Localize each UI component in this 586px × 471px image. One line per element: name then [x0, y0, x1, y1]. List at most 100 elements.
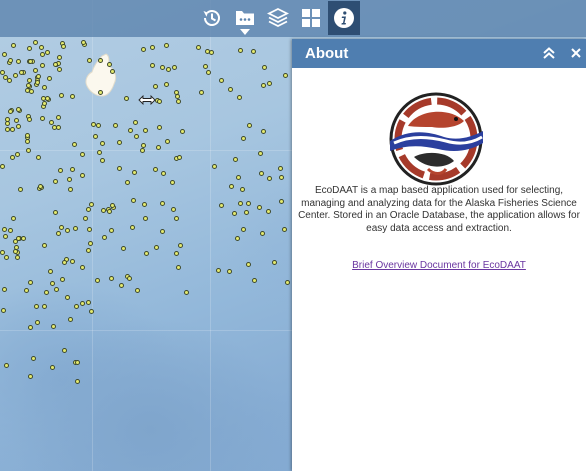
survey-point[interactable]: [176, 265, 181, 270]
survey-point[interactable]: [161, 171, 167, 176]
survey-point[interactable]: [238, 200, 244, 206]
survey-point[interactable]: [11, 215, 17, 221]
survey-point[interactable]: [80, 172, 86, 178]
survey-point[interactable]: [53, 179, 59, 185]
survey-point[interactable]: [52, 62, 58, 68]
survey-point[interactable]: [88, 201, 94, 207]
survey-point[interactable]: [86, 206, 92, 212]
survey-point[interactable]: [215, 268, 221, 274]
survey-point[interactable]: [48, 120, 54, 126]
survey-point[interactable]: [278, 174, 284, 180]
survey-point[interactable]: [34, 320, 40, 325]
survey-point[interactable]: [0, 249, 5, 255]
survey-point[interactable]: [133, 120, 138, 126]
survey-point[interactable]: [261, 129, 267, 135]
survey-point[interactable]: [140, 46, 146, 52]
survey-point[interactable]: [100, 208, 106, 213]
survey-point[interactable]: [86, 247, 92, 253]
survey-point[interactable]: [135, 287, 141, 293]
layer-list-button[interactable]: [229, 1, 261, 35]
survey-point[interactable]: [156, 124, 162, 130]
survey-point[interactable]: [164, 82, 170, 88]
survey-point[interactable]: [244, 209, 250, 215]
survey-point[interactable]: [235, 235, 240, 241]
survey-point[interactable]: [39, 44, 45, 50]
survey-point[interactable]: [15, 254, 20, 260]
survey-point[interactable]: [130, 225, 136, 231]
survey-point[interactable]: [86, 58, 92, 64]
survey-point[interactable]: [231, 210, 237, 216]
survey-point[interactable]: [62, 260, 67, 266]
survey-point[interactable]: [229, 183, 235, 189]
survey-point[interactable]: [50, 281, 55, 287]
survey-point[interactable]: [96, 150, 102, 156]
survey-point[interactable]: [17, 186, 23, 192]
survey-point[interactable]: [38, 183, 44, 189]
survey-point[interactable]: [70, 167, 76, 172]
survey-point[interactable]: [95, 122, 101, 128]
survey-point[interactable]: [121, 245, 127, 251]
survey-point[interactable]: [47, 76, 53, 81]
survey-point[interactable]: [252, 278, 257, 284]
survey-point[interactable]: [75, 359, 81, 365]
survey-point[interactable]: [236, 175, 242, 181]
survey-point[interactable]: [170, 179, 176, 185]
survey-point[interactable]: [15, 59, 21, 65]
survey-point[interactable]: [12, 249, 18, 255]
survey-point[interactable]: [250, 48, 256, 54]
survey-point[interactable]: [176, 99, 182, 105]
survey-point[interactable]: [7, 228, 13, 234]
survey-point[interactable]: [165, 139, 171, 145]
survey-point[interactable]: [55, 115, 61, 121]
survey-point[interactable]: [118, 282, 124, 288]
overview-document-link[interactable]: Brief Overview Document for EcoDAAT: [292, 260, 586, 271]
survey-point[interactable]: [67, 186, 73, 192]
survey-point[interactable]: [209, 50, 215, 56]
survey-point[interactable]: [27, 116, 33, 122]
survey-point[interactable]: [35, 155, 41, 161]
survey-point[interactable]: [42, 85, 48, 91]
survey-point[interactable]: [266, 80, 272, 86]
survey-point[interactable]: [149, 62, 155, 68]
survey-point[interactable]: [48, 269, 54, 275]
survey-point[interactable]: [57, 55, 63, 60]
survey-point[interactable]: [257, 151, 263, 156]
survey-point[interactable]: [58, 224, 64, 230]
survey-point[interactable]: [79, 300, 85, 306]
survey-point[interactable]: [128, 127, 133, 133]
survey-point[interactable]: [100, 140, 106, 146]
survey-point[interactable]: [142, 128, 148, 134]
survey-point[interactable]: [130, 197, 136, 203]
survey-point[interactable]: [43, 289, 49, 295]
survey-point[interactable]: [205, 69, 211, 75]
collapse-panel-icon[interactable]: [541, 45, 557, 61]
survey-point[interactable]: [5, 127, 11, 133]
survey-point[interactable]: [39, 116, 45, 122]
survey-point[interactable]: [53, 209, 59, 215]
survey-point[interactable]: [174, 250, 179, 256]
survey-point[interactable]: [285, 280, 291, 286]
survey-point[interactable]: [23, 287, 29, 293]
survey-point[interactable]: [50, 323, 56, 329]
survey-point[interactable]: [212, 164, 218, 170]
survey-point[interactable]: [227, 86, 233, 92]
survey-point[interactable]: [232, 157, 238, 163]
survey-point[interactable]: [60, 44, 66, 50]
survey-point[interactable]: [179, 128, 185, 134]
survey-point[interactable]: [150, 44, 156, 50]
survey-point[interactable]: [178, 242, 183, 248]
survey-point[interactable]: [272, 259, 278, 265]
survey-point[interactable]: [70, 93, 76, 99]
survey-point[interactable]: [142, 216, 148, 222]
survey-point[interactable]: [278, 198, 284, 204]
survey-point[interactable]: [44, 95, 50, 101]
survey-point[interactable]: [153, 244, 159, 250]
survey-point[interactable]: [51, 125, 57, 131]
survey-point[interactable]: [237, 48, 243, 54]
survey-point[interactable]: [61, 347, 67, 353]
survey-point[interactable]: [26, 82, 32, 88]
survey-point[interactable]: [245, 201, 251, 207]
survey-point[interactable]: [1, 51, 7, 57]
survey-point[interactable]: [170, 206, 176, 212]
survey-point[interactable]: [71, 141, 77, 147]
